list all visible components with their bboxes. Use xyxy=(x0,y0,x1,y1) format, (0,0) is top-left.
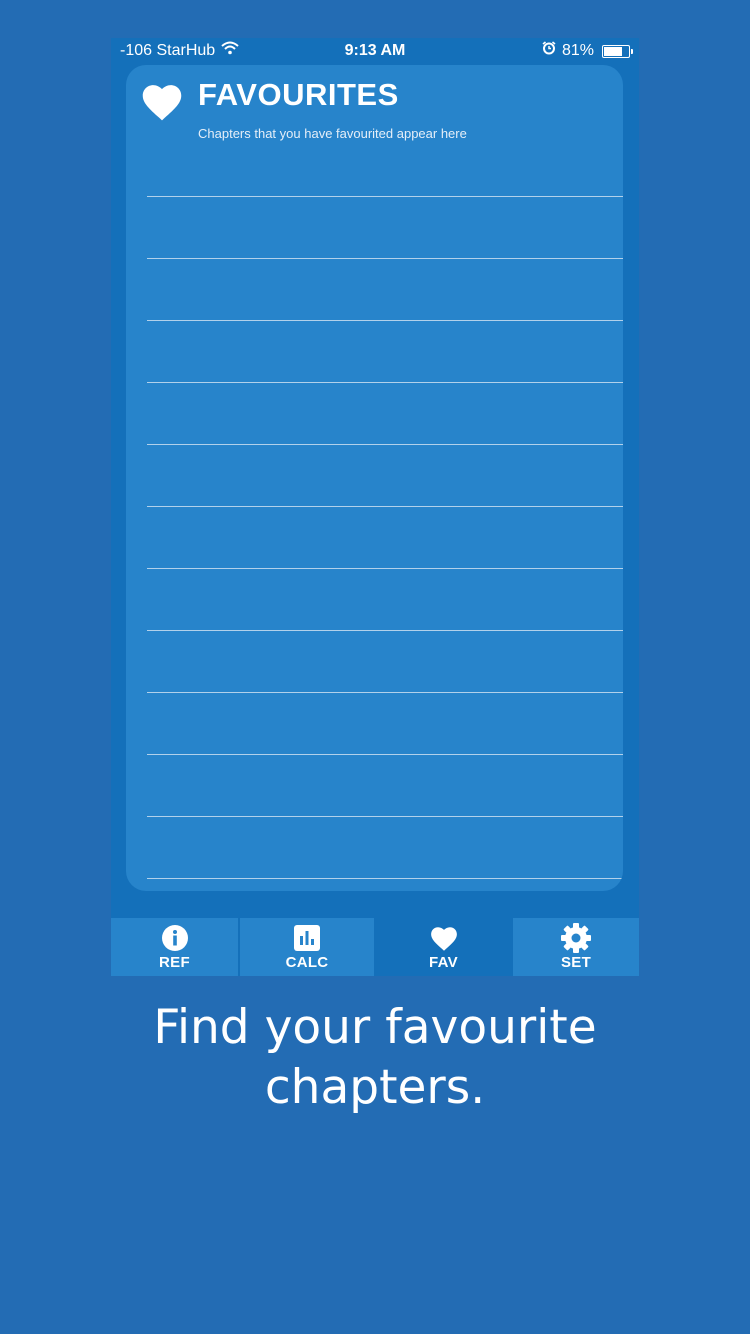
tab-fav[interactable]: FAV xyxy=(374,918,511,976)
favourite-row[interactable] xyxy=(147,693,623,755)
favourite-row[interactable] xyxy=(147,321,623,383)
favourite-row[interactable] xyxy=(147,507,623,569)
tab-bar: REF CALC FAV SET xyxy=(111,918,639,976)
battery-percent: 81% xyxy=(561,42,594,59)
favourites-list xyxy=(147,135,623,879)
caption-line-1: Find your favourite xyxy=(153,1000,597,1055)
caption-line-2: chapters. xyxy=(264,1060,486,1115)
favourite-row[interactable] xyxy=(147,259,623,321)
favourite-row[interactable] xyxy=(147,445,623,507)
favourite-row[interactable] xyxy=(147,817,623,879)
gear-icon xyxy=(561,923,591,953)
favourites-card: FAVOURITES Chapters that you have favour… xyxy=(126,65,623,891)
tab-calc-label: CALC xyxy=(285,954,329,971)
promo-caption: Find your favourite chapters. xyxy=(0,998,750,1118)
favourite-row[interactable] xyxy=(147,631,623,693)
status-bar: -106 StarHub 9:13 AM 81% xyxy=(111,38,639,64)
tab-calc[interactable]: CALC xyxy=(238,918,374,976)
tab-fav-label: FAV xyxy=(429,954,458,971)
favourite-row[interactable] xyxy=(147,569,623,631)
alarm-icon xyxy=(542,38,556,64)
tab-ref-label: REF xyxy=(159,954,190,971)
info-icon xyxy=(160,924,190,952)
phone-screen: -106 StarHub 9:13 AM 81% FAVOURITES Chap… xyxy=(111,38,639,976)
tab-set-label: SET xyxy=(560,954,592,971)
heart-icon xyxy=(429,924,459,952)
favourites-header: FAVOURITES Chapters that you have favour… xyxy=(140,77,613,141)
battery-icon xyxy=(602,44,633,58)
bar-chart-icon xyxy=(292,924,322,952)
tab-set[interactable]: SET xyxy=(511,918,639,976)
tab-ref[interactable]: REF xyxy=(111,918,238,976)
favourite-row[interactable] xyxy=(147,755,623,817)
favourite-row[interactable] xyxy=(147,383,623,445)
heart-icon xyxy=(140,81,184,123)
favourite-row[interactable] xyxy=(147,135,623,197)
page-title: FAVOURITES xyxy=(198,77,399,112)
favourite-row[interactable] xyxy=(147,197,623,259)
